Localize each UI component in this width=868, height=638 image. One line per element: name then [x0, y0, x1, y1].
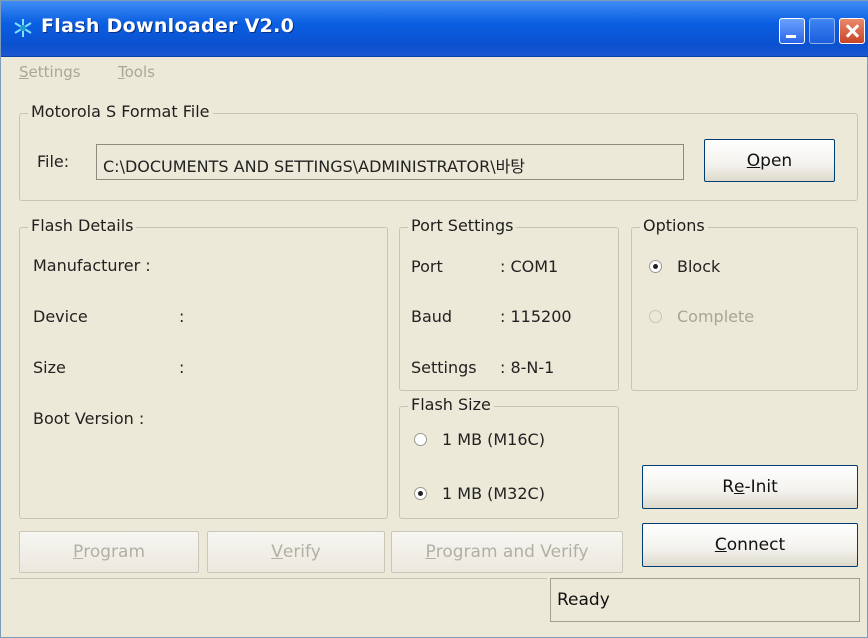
- size-label: Size: [33, 358, 66, 377]
- program-button[interactable]: Program: [19, 531, 199, 573]
- radio-icon[interactable]: [649, 260, 662, 273]
- flash-size-m32c-label: 1 MB (M32C): [442, 484, 545, 503]
- file-path-field[interactable]: C:\DOCUMENTS AND SETTINGS\ADMINISTRATOR\…: [96, 144, 684, 180]
- flash-size-m16c-label: 1 MB (M16C): [442, 430, 545, 449]
- settings-label: Settings: [411, 358, 477, 377]
- open-button[interactable]: Open: [704, 139, 835, 182]
- baud-value: : 115200: [500, 307, 572, 326]
- program-and-verify-button[interactable]: Program and Verify: [391, 531, 623, 573]
- connect-button[interactable]: Connect: [642, 523, 858, 567]
- device-colon: :: [179, 307, 185, 326]
- status-bar-left: [10, 578, 547, 623]
- verify-mnemonic: V: [271, 542, 283, 562]
- flash-size-legend: Flash Size: [408, 395, 494, 414]
- program-verify-label: rogram and Verify: [435, 542, 589, 562]
- menu-tools-mnemonic: T: [118, 63, 125, 81]
- maximize-button: [809, 18, 835, 44]
- close-button[interactable]: [839, 18, 865, 44]
- window-title: Flash Downloader V2.0: [41, 15, 295, 37]
- size-colon: :: [179, 358, 185, 377]
- radio-icon[interactable]: [414, 433, 427, 446]
- menu-settings-mnemonic: S: [19, 63, 29, 81]
- app-window: Flash Downloader V2.0 Settings Tools Mot…: [0, 0, 868, 638]
- device-label: Device: [33, 307, 88, 326]
- radio-icon: [649, 310, 662, 323]
- program-label: rogram: [83, 542, 146, 562]
- port-value: : COM1: [500, 257, 559, 276]
- flash-details-legend: Flash Details: [28, 216, 137, 235]
- options-legend: Options: [640, 216, 708, 235]
- menu-settings-label: ettings: [28, 63, 81, 81]
- file-label: File:: [37, 152, 70, 171]
- title-bar[interactable]: Flash Downloader V2.0: [1, 1, 868, 57]
- option-complete-label: Complete: [677, 307, 755, 326]
- program-verify-mnemonic: P: [425, 542, 436, 562]
- program-mnemonic: P: [72, 542, 84, 562]
- reinit-label-a: R: [722, 477, 735, 497]
- menu-tools[interactable]: Tools: [118, 63, 155, 81]
- status-panel: Ready: [550, 578, 860, 622]
- manufacturer-label: Manufacturer :: [33, 256, 151, 275]
- app-snowflake-icon: [14, 19, 32, 37]
- connect-mnemonic: C: [714, 535, 727, 555]
- reinit-label-b: -Init: [744, 477, 778, 497]
- minimize-button[interactable]: [779, 18, 805, 44]
- reinit-button[interactable]: Re-Init: [642, 465, 858, 509]
- option-block-label: Block: [677, 257, 721, 276]
- baud-label: Baud: [411, 307, 453, 326]
- boot-version-label: Boot Version :: [33, 409, 145, 428]
- radio-icon[interactable]: [414, 487, 427, 500]
- status-text: Ready: [557, 590, 610, 610]
- reinit-mnemonic: e: [734, 477, 745, 497]
- file-group-legend: Motorola S Format File: [28, 102, 213, 121]
- menu-settings[interactable]: Settings: [19, 63, 81, 81]
- menu-tools-label: ools: [124, 63, 155, 81]
- open-mnemonic: O: [746, 151, 761, 171]
- settings-value: : 8-N-1: [500, 358, 555, 377]
- open-label: pen: [760, 151, 793, 171]
- connect-label: onnect: [726, 535, 786, 555]
- port-settings-legend: Port Settings: [408, 216, 517, 235]
- verify-label: erify: [282, 542, 321, 562]
- port-label: Port: [411, 257, 443, 276]
- menu-bar: Settings Tools: [1, 57, 867, 85]
- verify-button[interactable]: Verify: [207, 531, 385, 573]
